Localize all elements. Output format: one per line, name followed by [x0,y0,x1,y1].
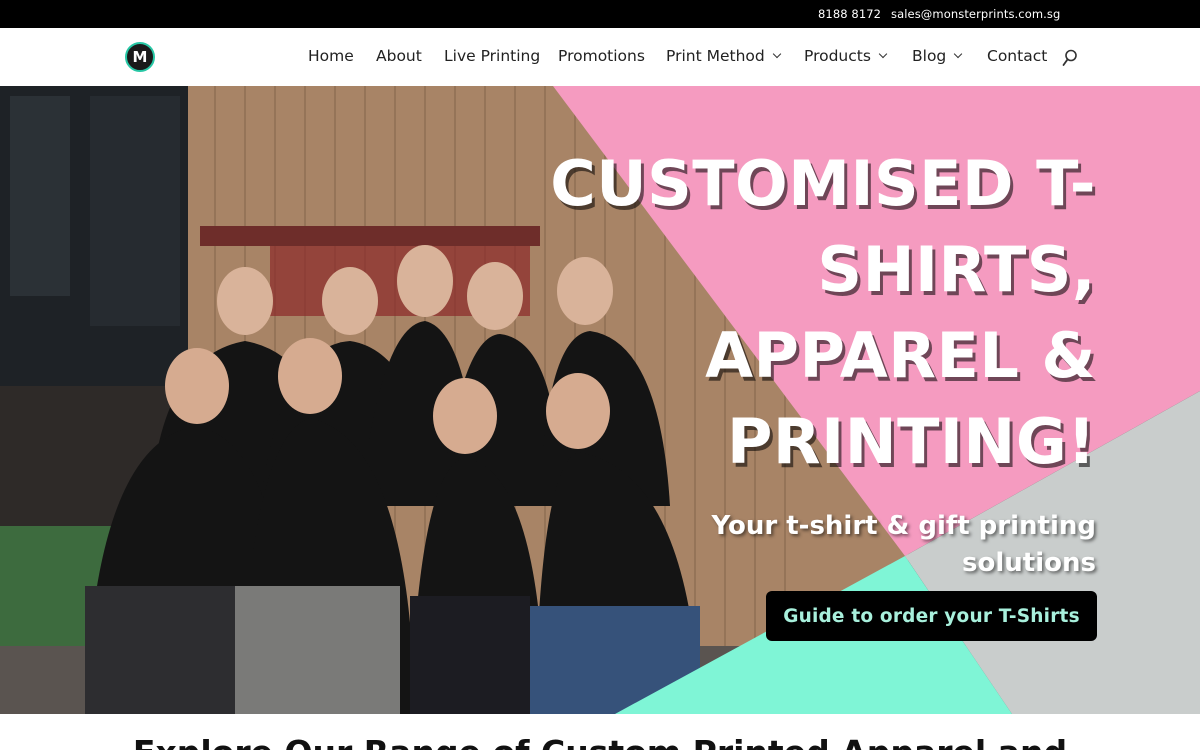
nav-label: Print Method [666,47,765,65]
nav-print-method[interactable]: Print Method [666,47,781,65]
hero-banner: CUSTOMISED T- SHIRTS, APPAREL & PRINTING… [0,86,1200,714]
nav-blog[interactable]: Blog [912,47,963,65]
site-logo[interactable]: M [125,42,155,72]
site-header: M Home About Live Printing Promotions Pr… [0,28,1200,86]
headline-line: APPAREL & [705,319,1096,392]
chevron-down-icon [878,49,888,59]
nav-contact[interactable]: Contact [987,47,1047,65]
headline-line: SHIRTS, [817,233,1096,306]
order-guide-button[interactable]: Guide to order your T-Shirts [766,591,1097,641]
nav-promotions[interactable]: Promotions [558,47,645,65]
nav-live-printing[interactable]: Live Printing [444,47,540,65]
logo-letter: M [132,48,148,66]
nav-about[interactable]: About [376,47,422,65]
subtitle-line: Your t-shirt & gift printing [711,511,1096,541]
headline-line: PRINTING! [726,405,1096,478]
top-contact-bar: 8188 8172 sales@monsterprints.com.sg [0,0,1200,28]
nav-label: Products [804,47,871,65]
hero-subtitle: Your t-shirt & gift printing solutions [676,508,1096,582]
nav-label: Home [308,47,354,65]
section-title: Explore Our Range of Custom Printed Appa… [0,733,1200,750]
nav-products[interactable]: Products [804,47,888,65]
chevron-down-icon [954,49,963,59]
nav-label: Live Printing [444,47,541,65]
nav-label: About [376,47,422,65]
email-link[interactable]: sales@monsterprints.com.sg [891,7,1060,21]
phone-number[interactable]: 8188 8172 [818,7,881,21]
hero-headline: CUSTOMISED T- SHIRTS, APPAREL & PRINTING… [536,141,1096,485]
headline-line: CUSTOMISED T- [550,147,1096,220]
nav-home[interactable]: Home [308,47,354,65]
chevron-down-icon [772,49,781,59]
subtitle-line: solutions [962,548,1096,578]
nav-label: Contact [987,47,1048,65]
search-icon[interactable] [1062,49,1078,67]
nav-label: Blog [912,47,947,65]
nav-label: Promotions [558,47,645,65]
